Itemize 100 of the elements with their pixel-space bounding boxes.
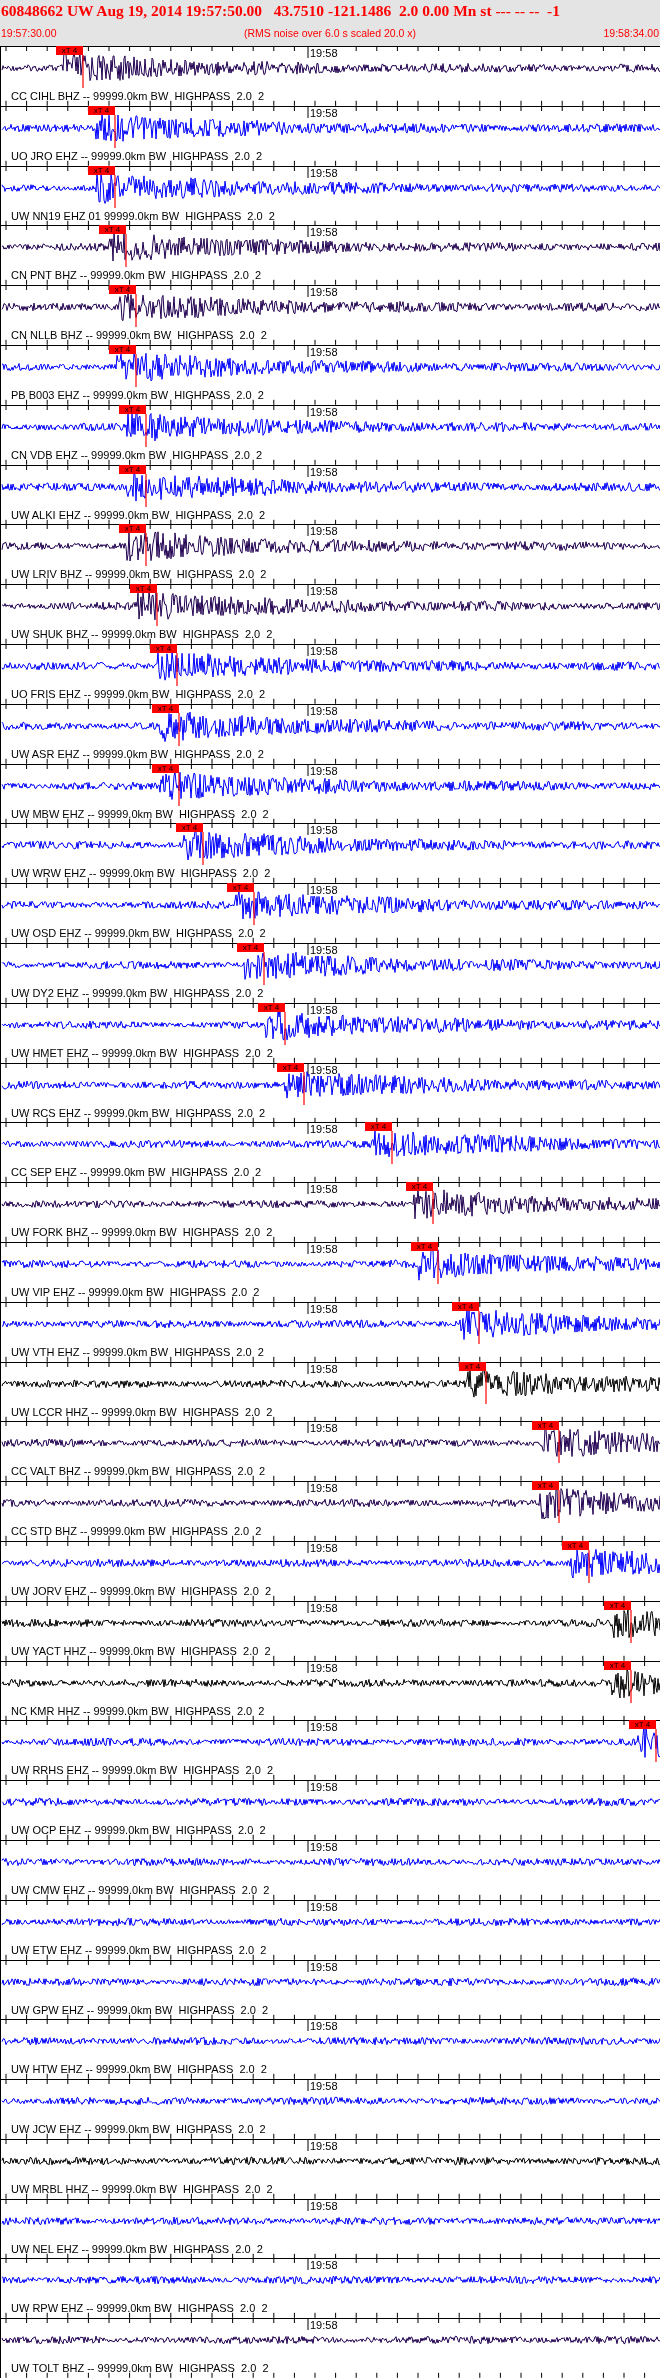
pick-line	[588, 1549, 590, 1584]
pick-marker: xT 4	[365, 1122, 392, 1132]
channel-label: UW RRHS EHZ -- 99999.0km BW HIGHPASS 2.0 2	[11, 1764, 274, 1778]
pick-marker: xT 4	[604, 1600, 631, 1610]
pick-line	[135, 353, 137, 388]
time-label: 19:58	[310, 1123, 338, 1136]
channel-label: UW ASR EHZ -- 99999.0km BW HIGHPASS 2.0 2	[11, 747, 264, 761]
pick-marker: xT 4	[176, 823, 203, 833]
time-label: 19:58	[310, 286, 338, 299]
channel-label: UW VIP EHZ -- 99999.0km BW HIGHPASS 2.0 2	[11, 1285, 260, 1299]
pick-marker: xT 4	[532, 1421, 559, 1431]
pick-marker: xT 4	[119, 524, 146, 534]
pick-line	[114, 174, 116, 209]
pick-marker: xT 4	[99, 225, 126, 235]
channel-label: CC SEP EHZ -- 99999.0km BW HIGHPASS 2.0 2	[11, 1166, 262, 1180]
pick-line	[558, 1429, 560, 1464]
pick-line	[176, 652, 178, 687]
pick-marker: xT 4	[411, 1241, 438, 1251]
pick-line	[145, 532, 147, 567]
end-time: 19:58:34.00	[603, 26, 659, 41]
pick-marker: xT 4	[109, 345, 136, 354]
time-label: 19:58	[310, 2319, 338, 2332]
channel-label: UW TOLT BHZ -- 99999.0km BW HIGHPASS 2.0 2	[11, 2362, 269, 2376]
channel-label: CC CIHL BHZ -- 99999.0km BW HIGHPASS 2.0 2	[11, 90, 265, 103]
channel-label: UW JORV EHZ -- 99999.0km BW HIGHPASS 2.0 2	[11, 1584, 271, 1598]
time-label: 19:58	[310, 2080, 338, 2093]
pick-marker: xT 4	[88, 105, 115, 115]
channel-label: UW OSD EHZ -- 99999.0km BW HIGHPASS 2.0 2	[11, 927, 266, 941]
channel-label: UW MRBL HHZ -- 99999.0km BW HIGHPASS 2.0 2	[11, 2182, 273, 2196]
channel-label: NC KMR HHZ -- 99999.0km BW HIGHPASS 2.0 2	[11, 1704, 265, 1718]
channel-label: UW DY2 EHZ -- 99999.0km BW HIGHPASS 2.0 2	[11, 986, 264, 1000]
pick-line	[655, 1728, 657, 1763]
channel-label: UW CMW EHZ -- 99999.0km BW HIGHPASS 2.0 2	[11, 1883, 270, 1897]
time-label: 19:58	[310, 1781, 338, 1794]
pick-line	[630, 1668, 632, 1704]
pick-marker: xT 4	[258, 1002, 285, 1012]
channel-label: UW NN19 EHZ 01 99999.0km BW HIGHPASS 2.0 2	[11, 209, 275, 223]
pick-marker: xT 4	[109, 285, 136, 295]
pick-marker: xT 4	[227, 883, 254, 893]
start-time: 19:57:30.00	[1, 26, 57, 41]
channel-label: UW HTW EHZ -- 99999.0km BW HIGHPASS 2.0 2	[11, 2063, 267, 2077]
channel-label: UW MBW EHZ -- 99999.0km BW HIGHPASS 2.0 2	[11, 807, 269, 821]
pick-line	[437, 1250, 439, 1285]
pick-line	[263, 951, 265, 986]
pick-marker: xT 4	[629, 1720, 656, 1730]
pick-marker: xT 4	[119, 404, 146, 414]
channel-label: UO JRO EHZ -- 99999.0km BW HIGHPASS 2.0 2	[11, 149, 263, 163]
noise-note: (RMS noise over 6.0 s scaled 20.0 x)	[243, 26, 417, 41]
pick-marker: xT 4	[237, 942, 264, 952]
pick-marker: xT 4	[152, 763, 179, 773]
channel-label: UW VTH EHZ -- 99999.0km BW HIGHPASS 2.0 2	[11, 1345, 264, 1359]
pick-line	[432, 1190, 434, 1225]
time-label: 19:58	[310, 525, 338, 538]
pick-marker: xT 4	[56, 46, 83, 55]
time-label: 19:58	[310, 1183, 338, 1196]
pick-marker: xT 4	[88, 165, 115, 175]
time-label: 19:58	[310, 1721, 338, 1734]
channel-label: UW NEL EHZ -- 99999.0km BW HIGHPASS 2.0 2	[11, 2242, 263, 2256]
channel-label: UW RPW EHZ -- 99999.0km BW HIGHPASS 2.0 2	[11, 2302, 268, 2316]
channel-label: UW OCP EHZ -- 99999.0km BW HIGHPASS 2.0 2	[11, 1824, 266, 1838]
pick-marker: xT 4	[150, 643, 177, 653]
pick-marker: xT 4	[562, 1540, 589, 1550]
time-label: 19:58	[310, 884, 338, 897]
time-label: 19:58	[310, 226, 338, 239]
channel-label: CN VDB EHZ -- 99999.0km BW HIGHPASS 2.0 2	[11, 448, 263, 462]
channel-label: PB B003 EHZ -- 99999.0km BW HIGHPASS 2.0 2	[11, 389, 264, 402]
pick-line	[284, 1011, 286, 1046]
time-label: 19:58	[310, 2020, 338, 2033]
channel-label: UW GPW EHZ -- 99999.0km BW HIGHPASS 2.0 2	[11, 2003, 269, 2017]
channel-label: UW LCCR HHZ -- 99999.0km BW HIGHPASS 2.0 2	[11, 1405, 273, 1419]
pick-line	[630, 1609, 632, 1644]
channel-label: UW ALKI EHZ -- 99999.0km BW HIGHPASS 2.0 2	[11, 508, 266, 522]
pick-marker: xT 4	[119, 464, 146, 474]
channel-label: UO FRIS EHZ -- 99999.0km BW HIGHPASS 2.0 2	[11, 687, 266, 701]
pick-line	[558, 1489, 560, 1524]
channel-label: CN PNT BHZ -- 99999.0km BW HIGHPASS 2.0 2	[11, 269, 262, 283]
channel-label: CN NLLB BHZ -- 99999.0km BW HIGHPASS 2.0 2	[11, 329, 267, 343]
pick-marker: xT 4	[406, 1182, 433, 1192]
channel-label: UW SHUK BHZ -- 99999.0km BW HIGHPASS 2.0 2	[11, 628, 273, 642]
pick-line	[253, 891, 255, 926]
channel-label: UW YACT HHZ -- 99999.0km BW HIGHPASS 2.0 2	[11, 1644, 271, 1658]
time-label: 19:58	[310, 47, 338, 59]
time-label: 19:58	[310, 1422, 338, 1435]
pick-line	[391, 1130, 393, 1165]
pick-line	[178, 771, 180, 807]
pick-marker: xT 4	[604, 1660, 631, 1670]
pick-line	[135, 293, 137, 328]
time-label: 19:58	[310, 824, 338, 837]
channel-label: UW FORK BHZ -- 99999.0km BW HIGHPASS 2.0 2	[11, 1226, 273, 1240]
pick-marker: xT 4	[459, 1361, 486, 1371]
pick-line	[82, 54, 84, 89]
pick-line	[202, 831, 204, 866]
pick-line	[485, 1369, 487, 1405]
pick-line	[114, 114, 116, 149]
pick-marker: xT 4	[452, 1301, 479, 1311]
pick-line	[303, 1070, 305, 1106]
channel-label: CC STD BHZ -- 99999.0km BW HIGHPASS 2.0 2	[11, 1525, 262, 1539]
pick-marker: xT 4	[277, 1062, 304, 1072]
channel-label: UW HMET EHZ -- 99999.0km BW HIGHPASS 2.0 2	[11, 1046, 273, 1060]
channel-label: UW WRW EHZ -- 99999.0km BW HIGHPASS 2.0 2	[11, 867, 271, 881]
